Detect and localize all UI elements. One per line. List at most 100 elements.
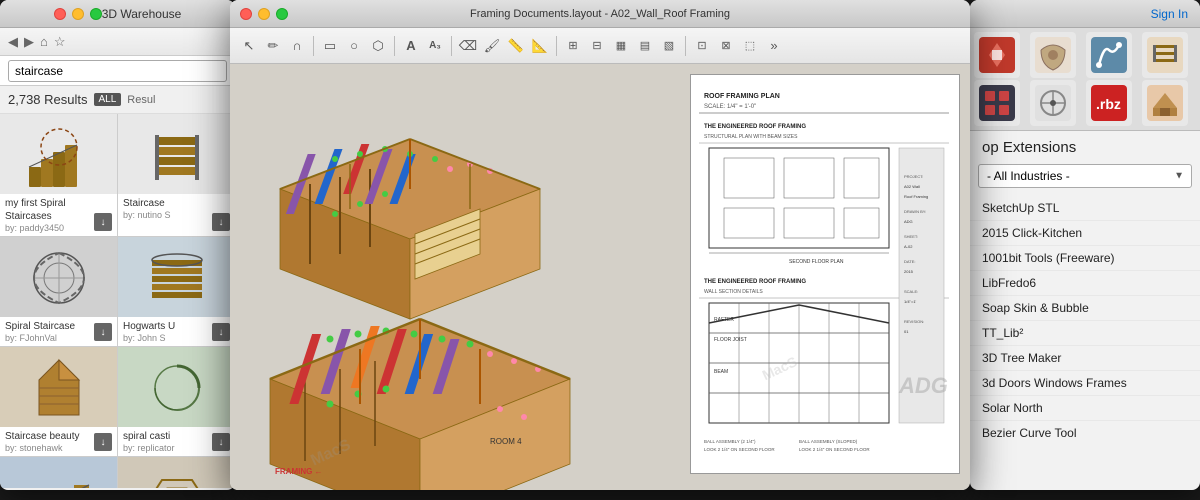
ext-list-item-5[interactable]: TT_Lib² (970, 321, 1200, 346)
warehouse-item-1[interactable]: my first Spiral Staircases by: paddy3450… (0, 114, 117, 236)
ext-list-item-2[interactable]: 1001bit Tools (Freeware) (970, 246, 1200, 271)
all-filter-badge[interactable]: ALL (94, 93, 122, 106)
table-tool-1[interactable]: ⊞ (562, 35, 584, 57)
tech-drawing-svg: ROOF FRAMING PLAN SCALE: 1/4" = 1'-0" TH… (699, 83, 949, 463)
paint-tool[interactable]: 🖌 (481, 35, 503, 57)
main-traffic-lights (240, 8, 288, 20)
eraser-tool[interactable]: ⌫ (457, 35, 479, 57)
ext-list-item-1[interactable]: 2015 Click-Kitchen (970, 221, 1200, 246)
ext-list-item-9[interactable]: Bezier Curve Tool (970, 421, 1200, 442)
ext-title-bar: Sign In (970, 0, 1200, 28)
warehouse-item-7[interactable]: Right Angle Staircase by: John F ↓ (0, 457, 117, 488)
download-btn-1[interactable]: ↓ (94, 213, 112, 231)
main-toolbar: ↖ ✏ ∩ ▭ ○ ⬡ A A₃ ⌫ 🖌 📏 📐 ⊞ ⊟ ▦ ▤ ▧ ⊡ ⊠ ⬚… (230, 28, 970, 64)
ext-list-item-6[interactable]: 3D Tree Maker (970, 346, 1200, 371)
rect-tool[interactable]: ▭ (319, 35, 341, 57)
download-btn-2[interactable]: ↓ (212, 213, 230, 231)
toolbar-separator-5 (685, 36, 686, 56)
svg-text:SHEET:: SHEET: (904, 234, 918, 239)
extensions-panel: Sign In (970, 0, 1200, 490)
warehouse-item-3[interactable]: Spiral Staircase by: FJohnVal ↓ (0, 237, 117, 346)
svg-text:RAFTER: RAFTER (714, 317, 734, 323)
forward-icon[interactable]: ▶ (24, 34, 34, 50)
svg-text:BEAM: BEAM (714, 369, 728, 375)
circle-tool[interactable]: ○ (343, 35, 365, 57)
warehouse-item-6[interactable]: spiral casti by: replicator ↓ (118, 347, 235, 456)
tape-tool[interactable]: 📐 (529, 35, 551, 57)
ext-list: SketchUp STL 2015 Click-Kitchen 1001bit … (970, 192, 1200, 442)
view-tool-1[interactable]: ⊡ (691, 35, 713, 57)
item-thumbnail-7 (0, 457, 117, 488)
ext-icon-3[interactable] (1086, 32, 1132, 78)
warehouse-item-5[interactable]: Staircase beauty by: stonehawk ↓ (0, 347, 117, 456)
main-close-button[interactable] (240, 8, 252, 20)
svg-text:MacS: MacS (760, 353, 800, 383)
chart-tool-1[interactable]: ▦ (610, 35, 632, 57)
toolbar-separator-4 (556, 36, 557, 56)
close-button[interactable] (54, 8, 66, 20)
maximize-button[interactable] (90, 8, 102, 20)
ext-icon-5[interactable] (974, 80, 1020, 126)
ext-icons-grid: .rbz (970, 28, 1200, 131)
ext-icon-1[interactable] (974, 32, 1020, 78)
download-icon-2: ↓ (219, 217, 224, 228)
main-minimize-button[interactable] (258, 8, 270, 20)
polygon-tool[interactable]: ⬡ (367, 35, 389, 57)
ext-list-item-4[interactable]: Soap Skin & Bubble (970, 296, 1200, 321)
warehouse-item-4[interactable]: Hogwarts U by: John S ↓ (118, 237, 235, 346)
warehouse-item-8[interactable]: Conceptual by: Signature ↓ (118, 457, 235, 488)
download-btn-6[interactable]: ↓ (212, 433, 230, 451)
staircase-preview-8 (137, 460, 217, 489)
industry-select[interactable]: - All Industries - Architecture Interior… (978, 164, 1192, 188)
more-tools[interactable]: » (763, 35, 785, 57)
ext-list-item-8[interactable]: Solar North (970, 396, 1200, 421)
view-tool-3[interactable]: ⬚ (739, 35, 761, 57)
svg-text:BALL ASSEMBLY (SLOPED): BALL ASSEMBLY (SLOPED) (799, 439, 858, 444)
warehouse-item-2[interactable]: Staircase by: nutino S ↓ (118, 114, 235, 236)
star-icon[interactable]: ☆ (54, 34, 66, 50)
pencil-tool[interactable]: ✏ (262, 35, 284, 57)
text-tool[interactable]: A (400, 35, 422, 57)
svg-text:A-02: A-02 (904, 244, 913, 249)
canvas-area[interactable]: FRAMING ← ROOM 4 STONE WALL ASSEMBLY (2 … (230, 64, 970, 490)
industry-dropdown-container: - All Industries - Architecture Interior… (978, 164, 1192, 188)
item-name-2: Staircase (123, 197, 230, 210)
svg-text:ADG: ADG (904, 219, 913, 224)
chart-tool-2[interactable]: ▤ (634, 35, 656, 57)
back-icon[interactable]: ◀ (8, 34, 18, 50)
ext-list-item-7[interactable]: 3d Doors Windows Frames (970, 371, 1200, 396)
ext-icon-6[interactable] (1030, 80, 1076, 126)
results-label: Resul (127, 94, 155, 106)
item-thumbnail-4 (118, 237, 235, 317)
staircase-preview-5 (19, 350, 99, 425)
staircase-preview-2 (137, 117, 217, 192)
download-btn-3[interactable]: ↓ (94, 323, 112, 341)
home-icon[interactable]: ⌂ (40, 34, 48, 49)
ext-icon-4[interactable] (1142, 32, 1188, 78)
svg-text:LOOK 2 1/4" ON SECOND FLOOR: LOOK 2 1/4" ON SECOND FLOOR (799, 447, 870, 452)
select-tool[interactable]: ↖ (238, 35, 260, 57)
ext-icon-2[interactable] (1030, 32, 1076, 78)
ext-heading: op Extensions (970, 131, 1200, 160)
view-tool-2[interactable]: ⊠ (715, 35, 737, 57)
download-icon-5: ↓ (101, 437, 106, 448)
ext-list-item-0[interactable]: SketchUp STL (970, 196, 1200, 221)
ext-icon-7[interactable]: .rbz (1086, 80, 1132, 126)
svg-text:ROOM 4: ROOM 4 (490, 437, 522, 446)
ext-list-item-3[interactable]: LibFredo6 (970, 271, 1200, 296)
search-input[interactable]: staircase (8, 60, 227, 82)
download-btn-4[interactable]: ↓ (212, 323, 230, 341)
table-tool-2[interactable]: ⊟ (586, 35, 608, 57)
chart-tool-3[interactable]: ▧ (658, 35, 680, 57)
3dtext-tool[interactable]: A₃ (424, 35, 446, 57)
ext-icon-8[interactable] (1142, 80, 1188, 126)
minimize-button[interactable] (72, 8, 84, 20)
measure-tool[interactable]: 📏 (505, 35, 527, 57)
arc-tool[interactable]: ∩ (286, 35, 308, 57)
main-maximize-button[interactable] (276, 8, 288, 20)
sign-in-link[interactable]: Sign In (1151, 7, 1188, 21)
download-btn-5[interactable]: ↓ (94, 433, 112, 451)
svg-text:SCALE: 1/4" = 1'-0": SCALE: 1/4" = 1'-0" (704, 104, 756, 110)
svg-text:A02 Wall: A02 Wall (904, 184, 920, 189)
svg-text:SECOND FLOOR PLAN: SECOND FLOOR PLAN (789, 259, 844, 265)
